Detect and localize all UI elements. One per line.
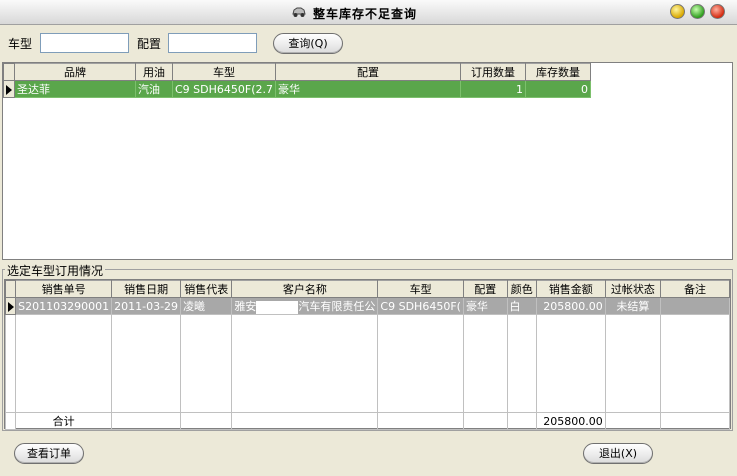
cell-note xyxy=(660,297,730,315)
column-header-date[interactable]: 销售日期 xyxy=(111,280,182,298)
column-header-stock-qty[interactable]: 库存数量 xyxy=(525,63,592,81)
column-header-brand[interactable]: 品牌 xyxy=(14,63,136,81)
title-bar: 整车库存不足查询 xyxy=(0,0,737,25)
cell-config: 豪华 xyxy=(462,297,508,315)
current-row-arrow-icon xyxy=(4,297,17,315)
column-header-status[interactable]: 过帐状态 xyxy=(604,280,662,298)
redacted-block xyxy=(256,300,299,314)
exit-button[interactable]: 退出(X) xyxy=(583,443,653,464)
cell-order-no: S201103290001 xyxy=(15,297,113,315)
model-input[interactable] xyxy=(40,33,129,53)
car-icon xyxy=(292,7,306,17)
cell-color: 白 xyxy=(506,297,537,315)
cell-model: C9 SDH6450F( xyxy=(377,297,464,315)
column-header-config[interactable]: 配置 xyxy=(275,63,462,81)
orders-section-title: 选定车型订用情况 xyxy=(5,262,106,279)
stock-grid[interactable]: 品牌 用油 车型 配置 订用数量 库存数量 圣达菲 汽油 C9 SDH6450F… xyxy=(2,62,733,260)
customer-name-prefix: 雅安 xyxy=(234,300,257,313)
column-header-order-no[interactable]: 销售单号 xyxy=(15,280,113,298)
column-header-color[interactable]: 颜色 xyxy=(506,280,537,298)
column-header-note[interactable]: 备注 xyxy=(660,280,730,298)
table-row[interactable]: S201103290001 2011-03-29 凌曦 雅安 汽车有限责任公 C9… xyxy=(4,297,730,315)
cell-status: 未结算 xyxy=(604,297,662,315)
column-header-config[interactable]: 配置 xyxy=(462,280,508,298)
stock-table: 品牌 用油 车型 配置 订用数量 库存数量 圣达菲 汽油 C9 SDH6450F… xyxy=(3,63,592,98)
cell-customer: 雅安 汽车有限责任公 xyxy=(231,297,379,315)
close-button[interactable] xyxy=(710,4,725,19)
cell-fuel: 汽油 xyxy=(135,80,173,98)
cell-brand: 圣达菲 xyxy=(14,80,136,98)
maximize-button[interactable] xyxy=(690,4,705,19)
column-header-model[interactable]: 车型 xyxy=(377,280,464,298)
orders-grid[interactable]: 销售单号 销售日期 销售代表 客户名称 车型 配置 颜色 销售金额 过帐状态 备… xyxy=(4,279,731,430)
cell-rep: 凌曦 xyxy=(180,297,233,315)
table-row-total: 合计 205800.00 xyxy=(4,412,730,430)
column-header-fuel[interactable]: 用油 xyxy=(135,63,173,81)
cell-amount: 205800.00 xyxy=(535,297,606,315)
column-header-customer[interactable]: 客户名称 xyxy=(231,280,379,298)
total-amount: 205800.00 xyxy=(535,412,606,430)
column-header-model[interactable]: 车型 xyxy=(171,63,277,81)
query-button[interactable]: 查询(Q) xyxy=(273,33,343,54)
current-row-arrow-icon xyxy=(3,80,15,98)
model-label: 车型 xyxy=(8,37,33,51)
window-title: 整车库存不足查询 xyxy=(313,7,418,21)
cell-stock-qty: 0 xyxy=(525,80,592,98)
cell-date: 2011-03-29 xyxy=(111,297,182,315)
customer-name-suffix: 汽车有限责任公 xyxy=(298,300,376,313)
row-indicator-header xyxy=(3,63,15,81)
cell-config: 豪华 xyxy=(275,80,462,98)
minimize-button[interactable] xyxy=(670,4,685,19)
column-header-ordered-qty[interactable]: 订用数量 xyxy=(460,63,527,81)
column-header-amount[interactable]: 销售金额 xyxy=(535,280,606,298)
cell-ordered-qty: 1 xyxy=(460,80,527,98)
row-indicator-header xyxy=(4,280,17,298)
orders-table: 销售单号 销售日期 销售代表 客户名称 车型 配置 颜色 销售金额 过帐状态 备… xyxy=(4,280,730,430)
column-header-rep[interactable]: 销售代表 xyxy=(180,280,233,298)
table-row[interactable]: 圣达菲 汽油 C9 SDH6450F(2.7 豪华 1 0 xyxy=(3,80,592,98)
config-label: 配置 xyxy=(137,37,162,51)
table-row-empty xyxy=(4,314,730,413)
view-order-button[interactable]: 查看订单 xyxy=(14,443,84,464)
total-label: 合计 xyxy=(15,412,113,430)
cell-model: C9 SDH6450F(2.7 xyxy=(171,80,277,98)
config-input[interactable] xyxy=(168,33,257,53)
